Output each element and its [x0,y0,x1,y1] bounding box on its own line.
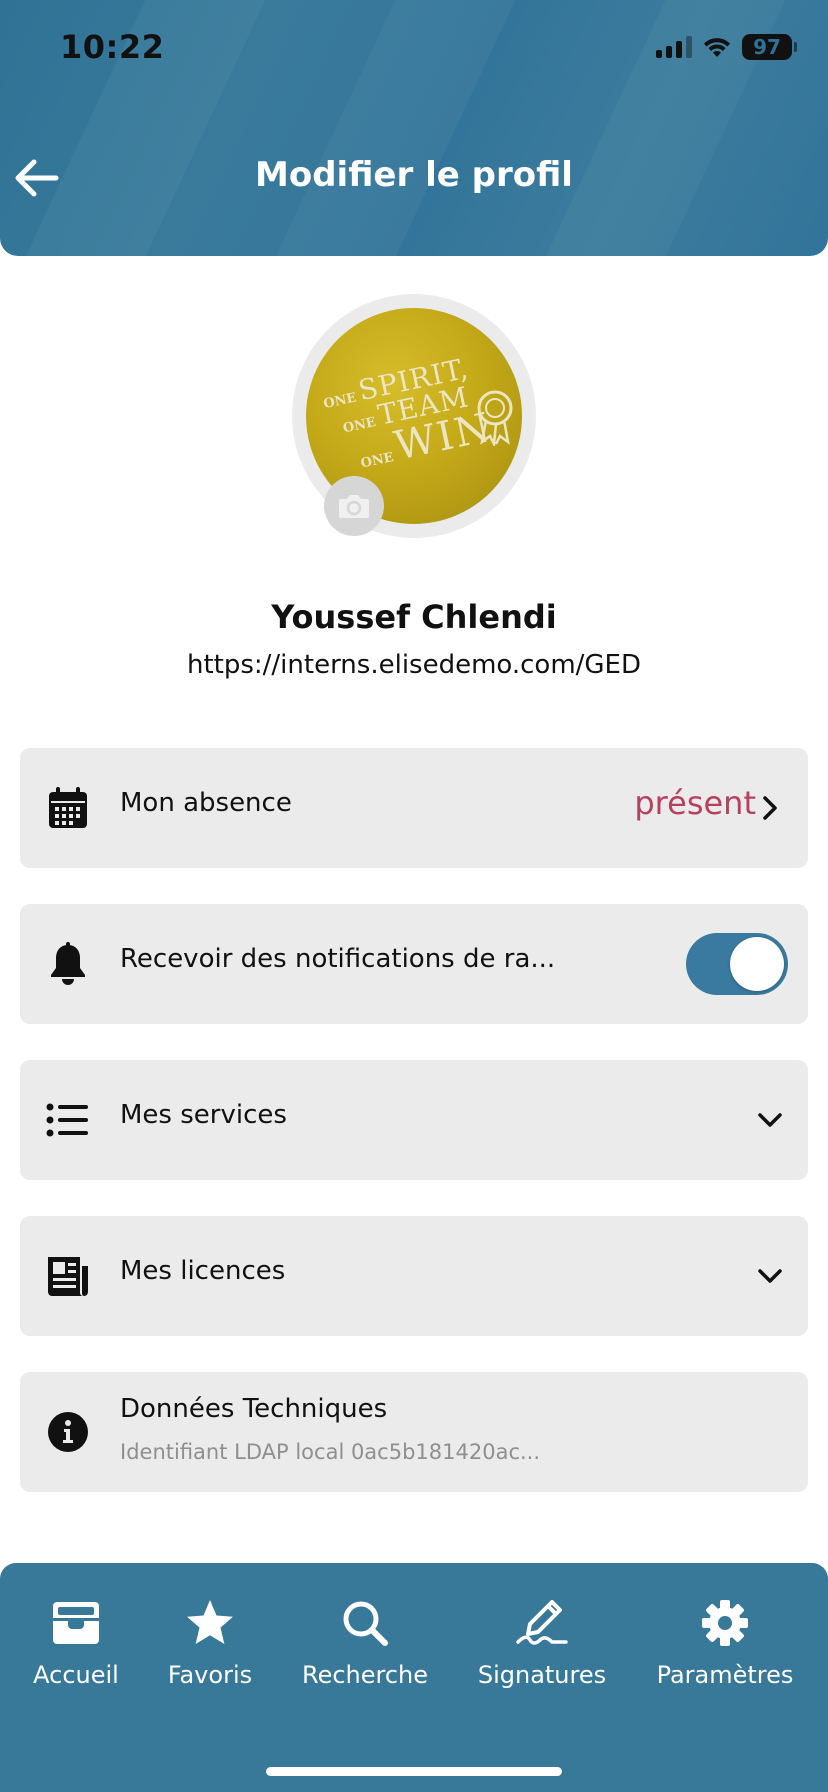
bottom-navigation: Accueil Favoris Recherche Signatures Par… [0,1563,828,1792]
chevron-down-icon [754,1104,786,1136]
nav-favoris[interactable]: Favoris [164,1595,256,1689]
nav-parametres[interactable]: Paramètres [654,1595,796,1689]
status-time: 10:22 [60,28,165,66]
licences-row[interactable]: Mes licences [20,1216,808,1336]
chevron-right-icon [754,792,786,824]
newspaper-icon [46,1254,90,1298]
absence-label: Mon absence [120,788,292,818]
award-ribbon-icon [477,390,513,446]
bell-icon [46,942,90,986]
gear-icon [697,1595,753,1651]
nav-label: Favoris [167,1661,253,1689]
nav-signatures[interactable]: Signatures [474,1595,610,1689]
nav-recherche[interactable]: Recherche [300,1595,430,1689]
list-icon [46,1098,90,1142]
inbox-icon [48,1595,104,1651]
wifi-icon [704,38,730,57]
nav-label: Paramètres [656,1661,794,1689]
services-row[interactable]: Mes services [20,1060,808,1180]
camera-icon [339,495,369,518]
ldap-identifier: Identifiant LDAP local 0ac5b181420ac... [120,1440,541,1464]
notifications-toggle[interactable] [686,933,788,995]
page-title: Modifier le profil [255,155,573,195]
services-label: Mes services [120,1100,287,1130]
header-bar: 10:22 97 Modifier le profil [0,0,828,256]
nav-label: Recherche [301,1661,429,1689]
signature-icon [514,1595,570,1651]
technical-data-row: Données Techniques Identifiant LDAP loca… [20,1372,808,1492]
nav-label: Signatures [477,1661,607,1689]
calendar-icon [46,786,90,830]
nav-accueil[interactable]: Accueil [30,1595,122,1689]
star-icon [182,1595,238,1651]
server-url: https://interns.elisedemo.com/GED [186,650,642,680]
absence-row[interactable]: Mon absence présent [20,748,808,868]
toggle-knob [730,937,784,991]
user-name: Youssef Chlendi [271,598,557,636]
notifications-row: Recevoir des notifications de ra... [20,904,808,1024]
technical-data-title: Données Techniques [120,1394,388,1424]
battery-icon: 97 [742,34,797,60]
notifications-label: Recevoir des notifications de ra... [120,944,556,974]
licences-label: Mes licences [120,1256,286,1286]
cellular-signal-icon [656,36,692,58]
info-icon [46,1410,90,1454]
absence-status-value: présent [634,784,756,822]
status-icons: 97 [656,34,797,60]
avatar-logo-text: ONE SPIRIT, ONE TEAM ONE WIN [322,351,496,472]
search-icon [337,1595,393,1651]
chevron-down-icon [754,1260,786,1292]
change-photo-button[interactable] [324,476,384,536]
home-indicator[interactable] [266,1767,562,1776]
nav-label: Accueil [33,1661,119,1689]
